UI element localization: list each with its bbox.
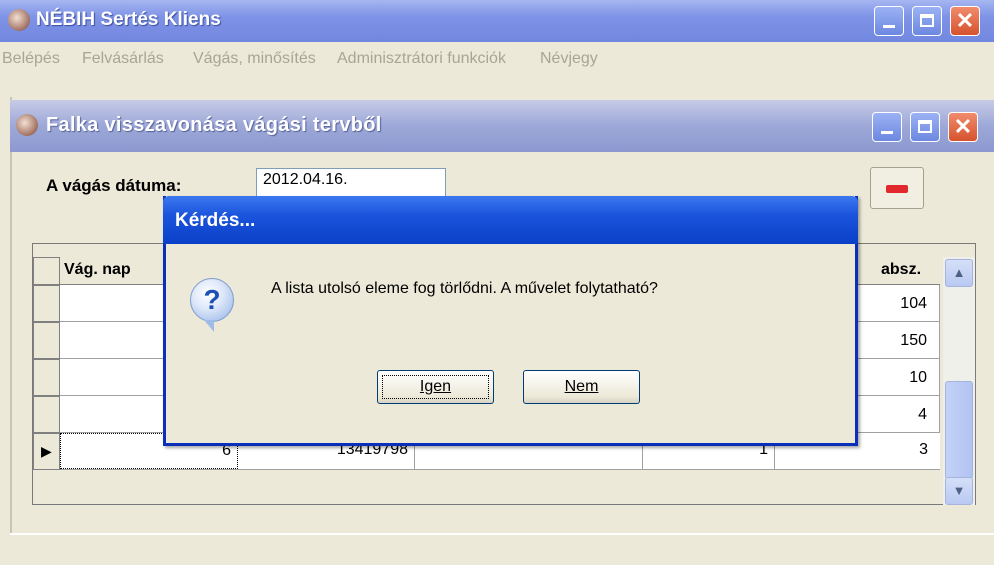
scroll-up-button[interactable]: ▲ — [945, 259, 973, 287]
header-absz[interactable]: absz. — [881, 261, 921, 279]
date-label: A vágás dátuma: — [46, 176, 182, 195]
menu-item-felvasarlas[interactable]: Felvásárlás — [82, 50, 164, 68]
maximize-icon — [920, 14, 934, 27]
main-title-bar[interactable]: NÉBIH Sertés Kliens ✕ — [0, 0, 994, 42]
dialog-title-bar[interactable]: Kérdés... — [163, 196, 858, 244]
dialog-title: Kérdés... — [175, 210, 256, 231]
pig-icon — [8, 9, 30, 31]
focus-ring — [382, 375, 489, 399]
header-indicator — [33, 257, 60, 285]
cell-absz: 150 — [900, 332, 927, 349]
row-indicator[interactable] — [33, 322, 60, 359]
child-title-bar[interactable]: Falka visszavonása vágási tervből ✕ — [10, 100, 994, 152]
minimize-icon — [883, 25, 895, 28]
child-maximize-button[interactable] — [910, 112, 940, 142]
cell-absz-value: 3 — [919, 441, 928, 458]
maximize-button[interactable] — [912, 6, 942, 36]
scroll-down-button[interactable]: ▼ — [945, 477, 973, 505]
chevron-up-icon: ▲ — [952, 265, 966, 280]
row-indicator[interactable] — [33, 285, 60, 322]
yes-button[interactable]: Igen — [377, 370, 494, 404]
maximize-icon — [918, 120, 932, 133]
date-value: 2012.04.16. — [263, 171, 348, 188]
delete-button[interactable] — [870, 167, 924, 209]
row-indicator[interactable] — [33, 396, 60, 433]
main-window-title: NÉBIH Sertés Kliens — [36, 9, 221, 30]
close-button[interactable]: ✕ — [950, 6, 980, 36]
question-icon-tail — [204, 320, 214, 332]
menu-item-vagas[interactable]: Vágás, minősítés — [193, 50, 316, 68]
question-icon: ? — [190, 278, 234, 322]
close-icon: ✕ — [953, 114, 973, 139]
dialog-message: A lista utolsó eleme fog törlődni. A műv… — [271, 280, 658, 297]
child-window-title: Falka visszavonása vágási tervből — [46, 114, 382, 136]
close-icon: ✕ — [955, 8, 975, 33]
row-indicator[interactable] — [33, 359, 60, 396]
cell-absz: 104 — [900, 295, 927, 312]
scroll-thumb[interactable] — [945, 381, 973, 479]
minimize-button[interactable] — [874, 6, 904, 36]
menu-item-nevjegy[interactable]: Névjegy — [540, 50, 598, 68]
row-indicator-current[interactable]: ▶ — [33, 433, 60, 470]
no-label: Nem — [564, 378, 599, 395]
menu-item-admin[interactable]: Adminisztrátori funkciók — [337, 50, 506, 68]
child-close-button[interactable]: ✕ — [948, 112, 978, 142]
menu-bar: Belépés Felvásárlás Vágás, minősítés Adm… — [0, 42, 994, 76]
pig-icon — [16, 114, 38, 136]
vertical-scrollbar[interactable]: ▲ ▼ — [943, 257, 975, 505]
header-vag-nap[interactable]: Vág. nap — [64, 261, 131, 279]
chevron-down-icon: ▼ — [952, 483, 966, 498]
minus-icon — [886, 185, 908, 193]
cell-absz: 4 — [918, 406, 927, 423]
child-minimize-button[interactable] — [872, 112, 902, 142]
status-bar — [10, 533, 994, 565]
current-row-arrow-icon: ▶ — [41, 443, 52, 459]
no-button[interactable]: Nem — [523, 370, 640, 404]
cell-absz: 10 — [909, 369, 927, 386]
minimize-icon — [881, 131, 893, 134]
menu-item-belepes[interactable]: Belépés — [2, 50, 60, 68]
